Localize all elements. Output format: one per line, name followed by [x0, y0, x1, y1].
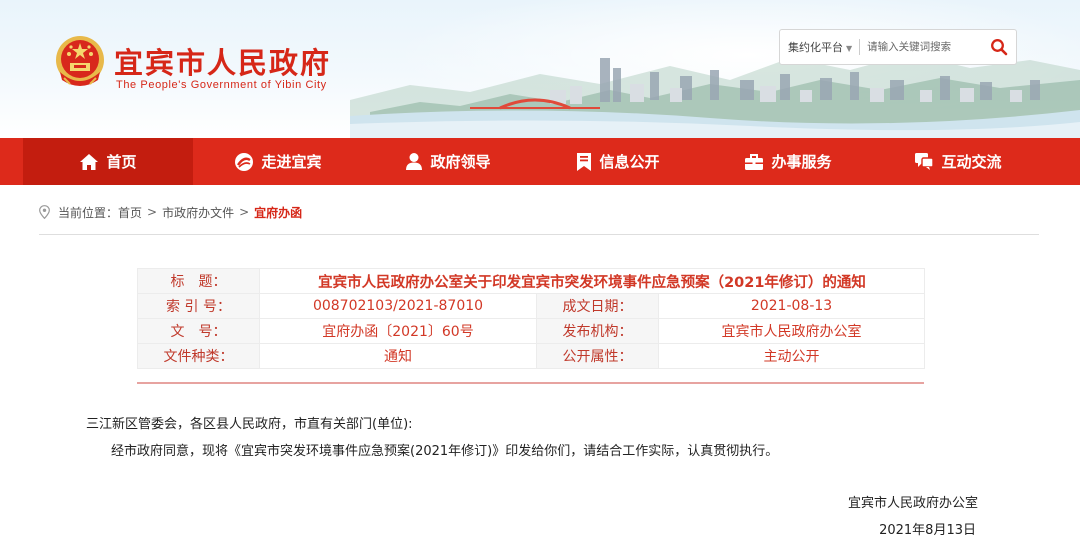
docno-value: 宜府办函〔2021〕60号 — [259, 318, 537, 344]
breadcrumb-current-link[interactable]: 宜府办函 — [254, 204, 302, 221]
article-date: 2021年8月13日 — [879, 523, 976, 538]
docno-label: 文 号： — [137, 318, 260, 344]
nav-item-services[interactable]: 办事服务 — [703, 138, 873, 185]
search-icon[interactable] — [990, 38, 1008, 56]
compass-icon — [235, 152, 254, 171]
table-row: 索 引 号： 008702103/2021-87010 成文日期： 2021-0… — [137, 293, 926, 319]
table-row: 文 号： 宜府办函〔2021〕60号 发布机构： 宜宾市人民政府办公室 — [137, 318, 926, 344]
title-divider — [137, 382, 924, 384]
title-label: 标 题： — [137, 268, 260, 294]
breadcrumb-separator: > — [239, 205, 250, 219]
issuer-label: 发布机构： — [536, 318, 659, 344]
table-row: 标 题： 宜宾市人民政府办公室关于印发宜宾市突发环境事件应急预案（2021年修订… — [137, 268, 926, 294]
nav-item-label: 信息公开 — [599, 153, 660, 171]
chevron-down-icon: ▼ — [846, 44, 853, 53]
chat-icon — [915, 153, 935, 170]
breadcrumb-home-link[interactable]: 首页 — [118, 204, 142, 221]
nav-item-label: 互动交流 — [941, 153, 1002, 171]
site-subtitle: The People's Government of Yibin City — [116, 79, 327, 91]
site-title: 宜宾市人民政府 — [114, 46, 332, 80]
title-value: 宜宾市人民政府办公室关于印发宜宾市突发环境事件应急预案（2021年修订）的通知 — [258, 268, 926, 294]
date-value: 2021-08-13 — [657, 293, 926, 319]
search-bar: 集约化平台 ▼ — [779, 29, 1017, 65]
date-label: 成文日期： — [536, 293, 659, 319]
breadcrumb: 当前位置： 首页 > 市政府办文件 > 宜府办函 — [39, 199, 302, 225]
breadcrumb-separator: > — [147, 205, 158, 219]
briefcase-icon — [745, 153, 764, 170]
article-signature: 宜宾市人民政府办公室 — [847, 496, 978, 511]
issuer-value: 宜宾市人民政府办公室 — [657, 318, 926, 344]
table-row: 文件种类： 通知 公开属性： 主动公开 — [137, 343, 926, 369]
search-divider — [859, 39, 861, 55]
header-banner: 宜宾市人民政府 The People's Government of Yibin… — [0, 0, 1080, 138]
breadcrumb-prefix: 当前位置： — [58, 205, 119, 220]
nav-item-about-yibin[interactable]: 走进宜宾 — [193, 138, 363, 185]
nav-item-gov-leaders[interactable]: 政府领导 — [363, 138, 533, 185]
nav-item-home[interactable]: 首页 — [23, 138, 193, 185]
nav-item-label: 首页 — [106, 153, 137, 171]
index-value: 008702103/2021-87010 — [259, 293, 537, 319]
home-icon — [80, 153, 99, 170]
nav-item-info-disclosure[interactable]: 信息公开 — [533, 138, 703, 185]
bookmark-icon — [577, 152, 592, 171]
nav-item-label: 走进宜宾 — [261, 153, 322, 171]
breadcrumb-docs-link[interactable]: 市政府办文件 — [162, 204, 234, 221]
index-label: 索 引 号： — [137, 293, 260, 319]
location-pin-icon — [39, 205, 50, 219]
search-input[interactable] — [867, 41, 980, 53]
article-body: 经市政府同意，现将《宜宾市突发环境事件应急预案(2021年修订)》印发给你们，请… — [111, 444, 779, 459]
search-scope-dropdown[interactable]: 集约化平台 ▼ — [780, 39, 852, 55]
search-scope-label: 集约化平台 — [788, 41, 843, 54]
type-label: 文件种类： — [137, 343, 260, 369]
nav-item-interaction[interactable]: 互动交流 — [873, 138, 1043, 185]
document-info-table: 标 题： 宜宾市人民政府办公室关于印发宜宾市突发环境事件应急预案（2021年修订… — [137, 268, 926, 369]
main-nav: 首页 走进宜宾 政府领导 信息公开 办事服务 互动交流 — [0, 138, 1080, 185]
nav-item-label: 办事服务 — [771, 153, 832, 171]
open-label: 公开属性： — [536, 343, 659, 369]
type-value: 通知 — [259, 343, 537, 369]
person-icon — [406, 153, 423, 170]
national-emblem-logo — [56, 36, 104, 86]
open-value: 主动公开 — [657, 343, 926, 369]
article-addressees: 三江新区管委会，各区县人民政府，市直有关部门(单位): — [86, 417, 413, 432]
nav-item-label: 政府领导 — [430, 153, 491, 171]
breadcrumb-divider — [39, 234, 1039, 235]
